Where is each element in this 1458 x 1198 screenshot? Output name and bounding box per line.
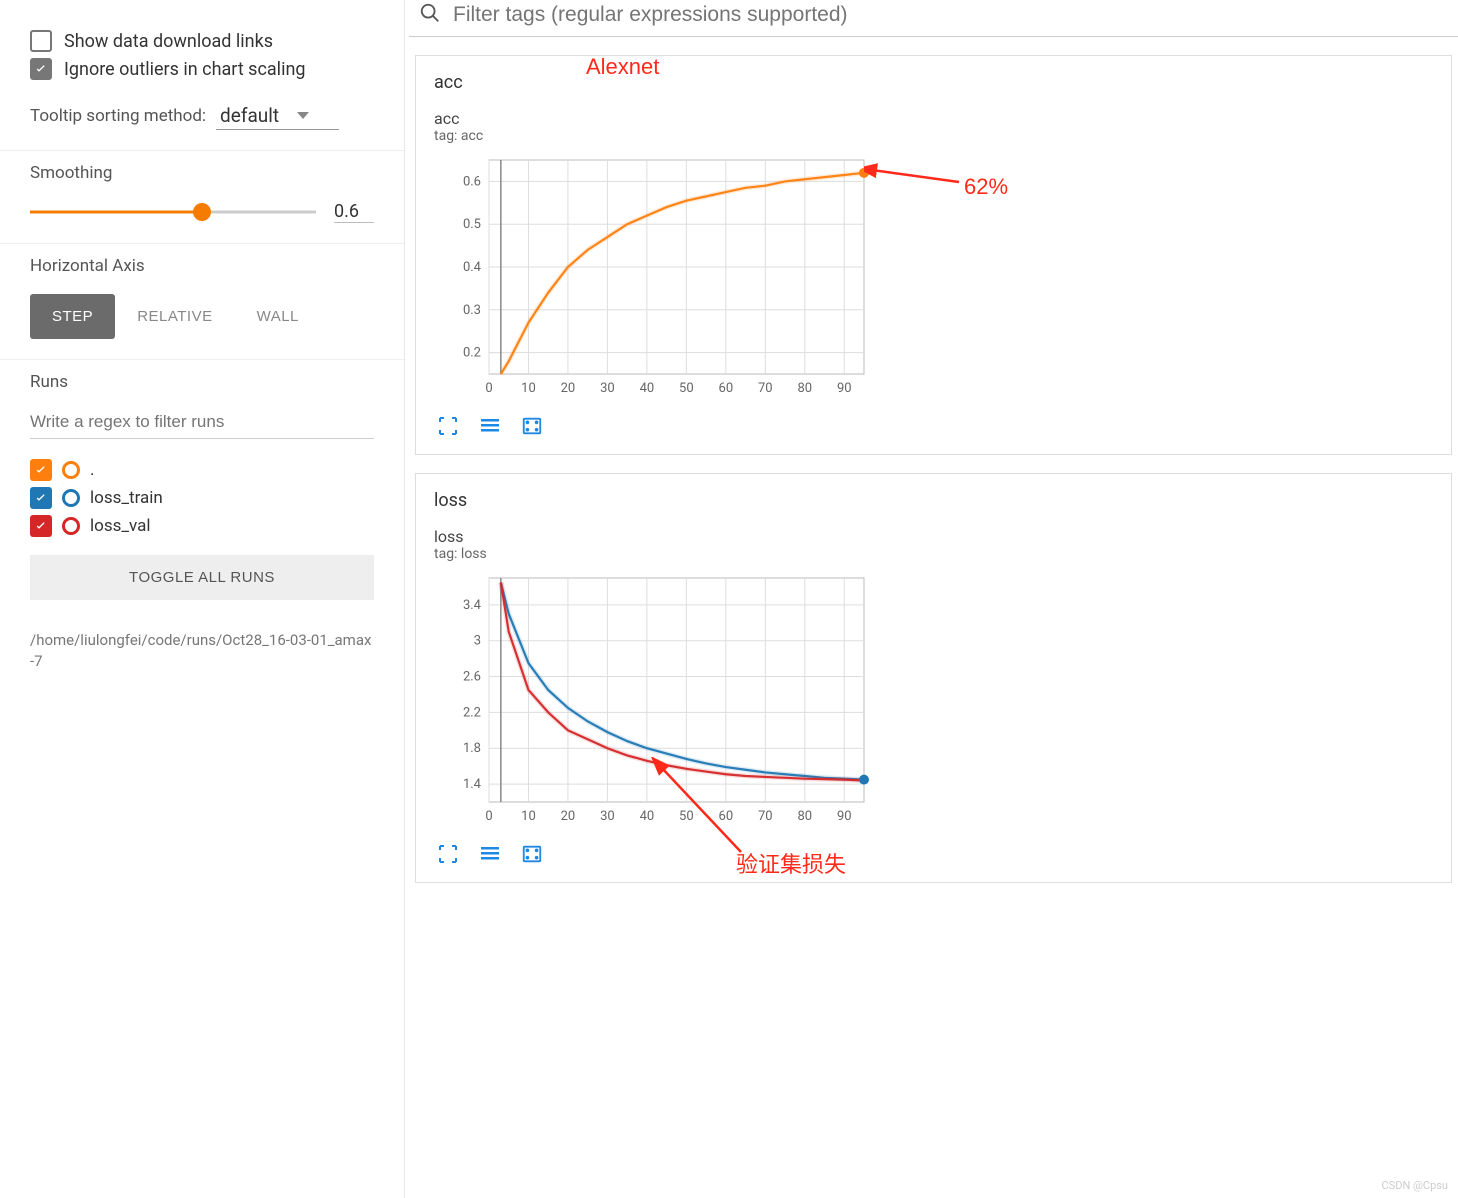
chart-loss-title: loss [434,527,1433,546]
checkbox-checked-icon [30,58,52,80]
run-color-swatch [62,489,80,507]
svg-text:2.2: 2.2 [463,705,481,720]
run-color-swatch [62,517,80,535]
svg-text:50: 50 [679,381,694,396]
svg-text:40: 40 [640,381,655,396]
run-color-swatch [62,461,80,479]
svg-text:10: 10 [521,809,536,824]
svg-text:50: 50 [679,809,694,824]
svg-text:0.5: 0.5 [463,217,481,232]
horizontal-axis-group: STEPRELATIVEWALL [30,294,374,339]
card-acc: acc Alexnet acc tag: acc 010203040506070… [415,55,1452,455]
show-download-label: Show data download links [64,31,273,52]
svg-text:1.4: 1.4 [463,777,482,792]
chart-loss-tag: tag: loss [434,546,1433,562]
svg-text:0.2: 0.2 [463,346,481,361]
chart-acc-tag: tag: acc [434,128,1433,144]
svg-text:70: 70 [758,809,773,824]
chart-acc-toolbar [434,414,1433,438]
svg-text:80: 80 [797,809,812,824]
axis-wall-button[interactable]: WALL [235,294,321,339]
svg-text:3: 3 [474,634,481,649]
logdir-path: /home/liulongfei/code/runs/Oct28_16-03-0… [0,620,404,682]
annotation-62pct: 62% [964,174,1008,200]
svg-text:1.8: 1.8 [463,741,481,756]
chart-loss[interactable]: 0 10 20 30 40 50 60 70 80 90 1.4 1.8 2.2 2.6 3 3.4 [434,570,874,830]
slider-thumb-icon[interactable] [193,203,211,221]
svg-text:0.4: 0.4 [463,260,482,275]
smoothing-slider[interactable] [30,202,316,222]
svg-text:90: 90 [837,809,852,824]
svg-text:0.3: 0.3 [463,303,481,318]
svg-text:20: 20 [561,809,576,824]
chevron-down-icon [297,112,309,119]
ignore-outliers-label: Ignore outliers in chart scaling [64,59,306,80]
card-acc-header[interactable]: acc [416,56,1451,109]
svg-text:30: 30 [600,381,615,396]
checkbox-checked-icon [30,487,52,509]
main-panel: acc Alexnet acc tag: acc 010203040506070… [405,0,1458,1198]
fit-icon[interactable] [518,414,546,438]
smoothing-value[interactable]: 0.6 [334,201,374,223]
run-row[interactable]: loss_val [30,515,374,537]
svg-text:60: 60 [719,381,734,396]
svg-text:0: 0 [485,809,492,824]
checkbox-checked-icon [30,459,52,481]
run-name: loss_train [90,488,163,508]
smoothing-label: Smoothing [30,163,374,183]
svg-text:90: 90 [837,381,852,396]
svg-text:0: 0 [485,381,492,396]
arrow-icon [864,162,974,202]
list-icon[interactable] [476,842,504,866]
run-row[interactable]: loss_train [30,487,374,509]
tooltip-sort-select[interactable]: default [216,102,339,130]
horizontal-axis-label: Horizontal Axis [30,256,374,276]
svg-text:40: 40 [640,809,655,824]
svg-text:60: 60 [719,809,734,824]
toggle-all-runs-button[interactable]: TOGGLE ALL RUNS [30,555,374,600]
svg-text:10: 10 [521,381,536,396]
card-loss-header[interactable]: loss [416,474,1451,527]
svg-text:30: 30 [600,809,615,824]
axis-step-button[interactable]: STEP [30,294,115,339]
checkbox-checked-icon [30,515,52,537]
chart-acc-title: acc [434,109,1433,128]
runs-filter-input[interactable] [30,406,374,439]
tag-filter-input[interactable] [451,2,1448,28]
fullscreen-icon[interactable] [434,842,462,866]
tooltip-sort-label: Tooltip sorting method: [30,106,206,126]
chart-acc[interactable]: 0 10 20 30 40 50 60 70 80 90 0.2 0.3 0.4 0.5 0.6 [434,152,874,402]
runs-label: Runs [30,372,374,392]
run-name: loss_val [90,516,151,536]
fullscreen-icon[interactable] [434,414,462,438]
run-name: . [90,460,94,480]
show-download-row[interactable]: Show data download links [30,30,374,52]
axis-relative-button[interactable]: RELATIVE [115,294,234,339]
ignore-outliers-row[interactable]: Ignore outliers in chart scaling [30,58,374,80]
svg-text:3.4: 3.4 [463,598,482,613]
fit-icon[interactable] [518,842,546,866]
svg-text:80: 80 [797,381,812,396]
svg-text:2.6: 2.6 [463,670,481,685]
checkbox-icon [30,30,52,52]
chart-loss-toolbar [434,842,1433,866]
sidebar: Show data download links Ignore outliers… [0,0,405,1198]
watermark: CSDN @Cpsu [1382,1179,1448,1192]
svg-text:20: 20 [561,381,576,396]
run-row[interactable]: . [30,459,374,481]
svg-text:0.6: 0.6 [463,174,481,189]
card-loss: loss loss tag: loss 0 10 20 30 40 50 60 70 80 90 1… [415,473,1452,883]
search-icon [419,2,441,28]
list-icon[interactable] [476,414,504,438]
svg-text:70: 70 [758,381,773,396]
